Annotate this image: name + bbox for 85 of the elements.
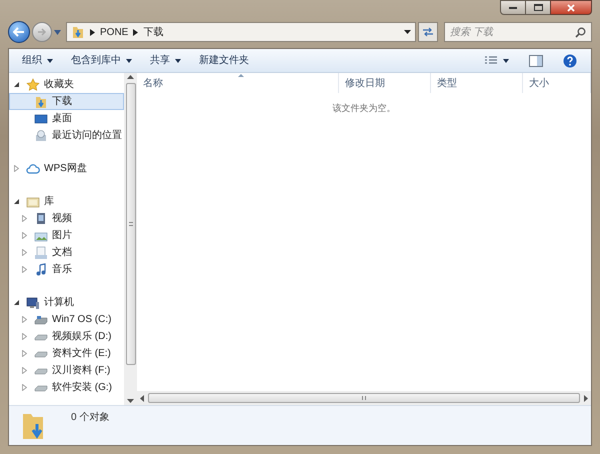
document-library-icon bbox=[34, 246, 48, 260]
collapse-arrow-icon[interactable] bbox=[13, 198, 20, 205]
nav-tree-item[interactable]: 汉川资料 (F:) bbox=[9, 362, 124, 379]
search-input[interactable]: 搜索 下载 bbox=[450, 24, 575, 40]
nav-tree-item[interactable]: 软件安装 (G:) bbox=[9, 379, 124, 396]
cloud-icon bbox=[26, 162, 40, 176]
search-field[interactable]: 搜索 下载 bbox=[444, 22, 592, 42]
nav-tree-item[interactable]: 下载 bbox=[9, 93, 124, 110]
breadcrumb[interactable]: PONE bbox=[100, 24, 128, 40]
search-icon bbox=[575, 26, 586, 38]
scroll-thumb[interactable] bbox=[148, 393, 580, 403]
expand-arrow-icon[interactable] bbox=[21, 215, 28, 222]
scroll-left-icon[interactable] bbox=[140, 394, 144, 402]
nav-tree-item[interactable]: 桌面 bbox=[9, 110, 124, 127]
library-icon bbox=[26, 194, 40, 208]
close-button[interactable] bbox=[550, 0, 592, 15]
dropdown-arrow-icon[interactable] bbox=[404, 30, 411, 34]
list-view-icon bbox=[485, 56, 497, 66]
nav-tree-item[interactable]: 计算机 bbox=[9, 294, 124, 311]
back-arrow-icon bbox=[13, 27, 25, 37]
star-icon bbox=[26, 78, 40, 92]
sort-arrow-icon bbox=[238, 74, 244, 77]
column-header[interactable]: 名称 bbox=[137, 73, 339, 93]
caret-icon bbox=[503, 58, 509, 62]
breadcrumb-arrow-icon[interactable] bbox=[90, 28, 95, 36]
music-note-icon bbox=[34, 262, 48, 276]
nav-tree-item[interactable]: 收藏夹 bbox=[9, 76, 124, 93]
help-icon bbox=[563, 54, 577, 68]
toolbar-button[interactable]: 新建文件夹 bbox=[192, 50, 256, 70]
expand-arrow-icon[interactable] bbox=[21, 316, 28, 323]
collapse-arrow-icon[interactable] bbox=[13, 299, 20, 306]
address-field[interactable]: PONE 下载 bbox=[66, 22, 416, 42]
column-header[interactable]: 类型 bbox=[431, 73, 523, 93]
collapse-arrow-icon[interactable] bbox=[13, 81, 20, 88]
refresh-icon bbox=[422, 27, 434, 37]
item-count: 0 个对象 bbox=[71, 410, 110, 425]
folder-download-icon bbox=[34, 94, 48, 108]
expand-arrow-icon[interactable] bbox=[21, 232, 28, 239]
caret-icon bbox=[126, 58, 132, 62]
nav-tree-item[interactable]: 最近访问的位置 bbox=[9, 127, 124, 144]
nav-tree-item[interactable]: Win7 OS (C:) bbox=[9, 311, 124, 328]
recent-places-icon bbox=[34, 128, 48, 142]
nav-tree-item[interactable]: 音乐 bbox=[9, 261, 124, 278]
nav-tree-item[interactable]: WPS网盘 bbox=[9, 160, 124, 177]
caret-icon bbox=[175, 58, 181, 62]
empty-folder-message: 该文件夹为空。 bbox=[332, 102, 396, 114]
column-header[interactable]: 大小 bbox=[523, 73, 591, 93]
toolbar-button[interactable]: 共享 bbox=[143, 50, 188, 70]
expand-arrow-icon[interactable] bbox=[21, 384, 28, 391]
scroll-right-icon[interactable] bbox=[584, 394, 588, 402]
nav-tree-item[interactable]: 文档 bbox=[9, 244, 124, 261]
scroll-thumb[interactable] bbox=[126, 83, 136, 365]
back-button[interactable] bbox=[8, 21, 30, 43]
toolbar-button[interactable]: 包含到库中 bbox=[64, 50, 139, 70]
scroll-up-icon[interactable] bbox=[127, 75, 134, 79]
folder-download-icon bbox=[71, 25, 85, 39]
minimize-button[interactable] bbox=[500, 0, 526, 15]
nav-tree-item[interactable]: 资料文件 (E:) bbox=[9, 345, 124, 362]
expand-arrow-icon[interactable] bbox=[13, 165, 20, 172]
column-header[interactable]: 修改日期 bbox=[339, 73, 431, 93]
maximize-button[interactable] bbox=[526, 0, 550, 15]
breadcrumb-arrow-icon[interactable] bbox=[133, 28, 138, 36]
expand-arrow-icon[interactable] bbox=[21, 333, 28, 340]
history-dropdown-icon[interactable] bbox=[54, 30, 61, 34]
forward-arrow-icon bbox=[37, 28, 47, 36]
expand-arrow-icon[interactable] bbox=[21, 350, 28, 357]
vertical-scrollbar[interactable] bbox=[124, 73, 137, 405]
horizontal-scrollbar[interactable] bbox=[137, 391, 591, 405]
computer-icon bbox=[26, 296, 40, 310]
breadcrumb[interactable]: 下载 bbox=[143, 24, 164, 40]
scroll-down-icon[interactable] bbox=[127, 399, 134, 403]
expand-arrow-icon[interactable] bbox=[21, 266, 28, 273]
nav-tree-item[interactable]: 图片 bbox=[9, 227, 124, 244]
nav-tree-item[interactable]: 视频娱乐 (D:) bbox=[9, 328, 124, 345]
refresh-button[interactable] bbox=[418, 22, 438, 42]
nav-tree-item[interactable]: 库 bbox=[9, 193, 124, 210]
caret-icon bbox=[47, 58, 53, 62]
close-icon bbox=[567, 4, 575, 12]
toolbar-button[interactable]: 组织 bbox=[15, 50, 60, 70]
preview-pane-icon bbox=[529, 54, 543, 66]
expand-arrow-icon[interactable] bbox=[21, 367, 28, 374]
expand-arrow-icon[interactable] bbox=[21, 249, 28, 256]
desktop-icon bbox=[34, 112, 48, 126]
video-library-icon bbox=[34, 212, 48, 226]
nav-tree-item[interactable]: 视频 bbox=[9, 210, 124, 227]
